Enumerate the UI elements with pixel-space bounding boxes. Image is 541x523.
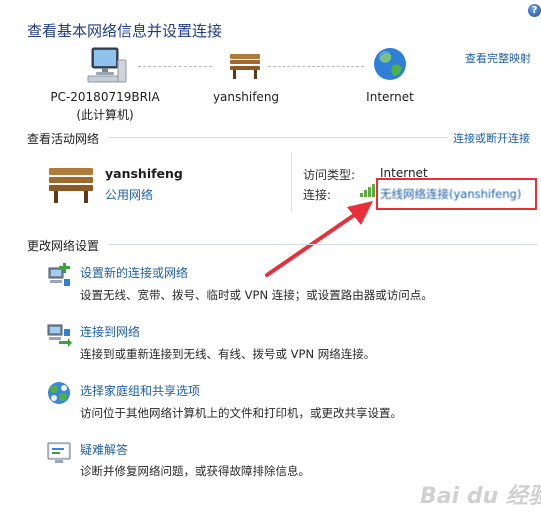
active-networks-divider <box>108 137 448 138</box>
annotation-highlight-box <box>376 178 537 210</box>
task-homegroup-link[interactable]: 选择家庭组和共享选项 <box>80 382 200 399</box>
page-title: 查看基本网络信息并设置连接 <box>27 22 223 40</box>
task-connect-network-desc: 连接到或重新连接到无线、有线、拨号或 VPN 网络连接。 <box>80 347 376 361</box>
homegroup-icon <box>48 382 70 404</box>
new-connection-icon <box>48 263 70 286</box>
task-homegroup-desc: 访问位于其他网络计算机上的文件和打印机，或更改共享设置。 <box>80 406 402 420</box>
network-node-label: yanshifeng <box>212 90 280 104</box>
annotation-arrow <box>265 201 373 277</box>
computer-name-label: PC-20180719BRIA <box>50 90 160 104</box>
watermark-text: Bai du 经验 <box>420 484 541 509</box>
task-troubleshoot-desc: 诊断并修复网络问题，或获得故障排除信息。 <box>80 464 310 478</box>
help-icon[interactable]: ? <box>528 4 541 17</box>
internet-node-label: Internet <box>366 90 414 104</box>
change-settings-divider <box>108 244 538 245</box>
bench-network-large-icon <box>49 168 93 203</box>
computer-icon <box>87 47 127 83</box>
view-full-map-link[interactable]: 查看完整映射 <box>465 50 531 66</box>
troubleshoot-icon <box>47 442 71 463</box>
connect-disconnect-link[interactable]: 连接或断开连接 <box>453 130 530 146</box>
map-link-line-2 <box>268 66 364 67</box>
access-type-label: 访问类型: <box>303 168 356 182</box>
computer-sub-label: (此计算机) <box>76 108 134 122</box>
public-network-link[interactable]: 公用网络 <box>105 186 153 203</box>
task-new-connection-link[interactable]: 设置新的连接或网络 <box>80 264 188 281</box>
active-network-name: yanshifeng <box>105 166 183 181</box>
internet-globe-icon <box>374 48 406 80</box>
active-networks-heading: 查看活动网络 <box>27 132 100 146</box>
bench-network-icon <box>230 54 260 79</box>
connect-network-icon <box>47 324 72 347</box>
change-settings-heading: 更改网络设置 <box>27 239 100 253</box>
task-new-connection-desc: 设置无线、宽带、拨号、临时或 VPN 连接；或设置路由器或访问点。 <box>80 288 433 302</box>
map-link-line-1 <box>138 66 212 67</box>
task-troubleshoot-link[interactable]: 疑难解答 <box>80 441 128 458</box>
task-connect-network-link[interactable]: 连接到网络 <box>80 323 140 340</box>
